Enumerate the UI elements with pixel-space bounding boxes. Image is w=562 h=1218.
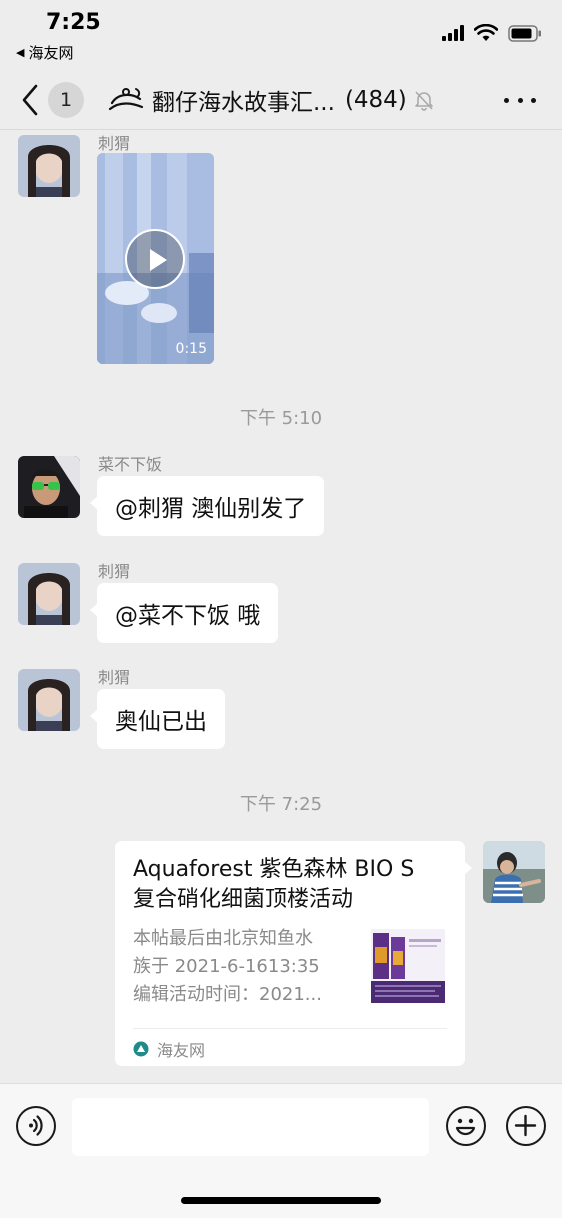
link-title: Aquaforest 紫色森林 BIO S 复合硝化细菌顶楼活动 (133, 855, 447, 915)
play-icon[interactable] (125, 229, 185, 289)
sender-name: 刺猬 (98, 562, 131, 581)
more-button[interactable] (504, 88, 536, 112)
avatar-cihui[interactable] (18, 563, 80, 625)
link-divider (133, 1028, 447, 1029)
more-icon (504, 97, 509, 103)
member-count: (484) (344, 87, 407, 113)
group-logo-icon (108, 88, 144, 111)
source-logo-icon (133, 1041, 149, 1057)
link-title-line: Aquaforest 紫色森林 BIO S (133, 857, 415, 882)
text-message[interactable]: 奥仙已出 (90, 689, 225, 749)
back-app-label: 海友网 (28, 44, 74, 62)
home-indicator[interactable] (181, 1197, 381, 1204)
wifi-icon (474, 24, 498, 41)
link-description: 本帖最后由北京知鱼水 族于 2021-6-1613:35 编辑活动时间：2021… (133, 925, 355, 1009)
link-title-line: 复合硝化细菌顶楼活动 (133, 887, 354, 912)
video-duration: 0:15 (175, 341, 207, 357)
link-source-name: 海友网 (157, 1041, 206, 1060)
chat-header: 1 翻仔海水故事汇... (484) (0, 70, 562, 130)
chat-title-group[interactable]: 翻仔海水故事汇... (484) (106, 82, 435, 118)
battery-icon (508, 24, 541, 42)
emoji-button[interactable] (446, 1106, 486, 1146)
link-source: 海友网 (133, 1037, 205, 1061)
timestamp: 下午 7:25 (239, 794, 323, 815)
message-input[interactable] (72, 1098, 429, 1156)
text-message[interactable]: @刺猬 澳仙别发了 (89, 476, 325, 536)
sender-name: 刺猬 (98, 668, 131, 687)
back-triangle-icon: ◀ (16, 46, 25, 59)
voice-button[interactable] (16, 1106, 56, 1146)
status-time: 7:25 (46, 10, 101, 35)
mute-bell-icon (414, 91, 433, 111)
unread-count-badge[interactable]: 1 (48, 82, 84, 118)
cellular-signal-icon (442, 25, 464, 41)
link-card-message[interactable]: Aquaforest 紫色森林 BIO S 复合硝化细菌顶楼活动 本帖最后由北京… (115, 841, 472, 1066)
back-to-app-link[interactable]: ◀ 海友网 (16, 42, 73, 63)
back-button[interactable] (18, 80, 48, 120)
avatar-cihui[interactable] (18, 669, 80, 731)
link-desc-line: 编辑活动时间：2021... (133, 984, 322, 1005)
add-button[interactable] (506, 1106, 546, 1146)
link-desc-line: 族于 2021-6-1613:35 (133, 956, 320, 977)
link-desc-line: 本帖最后由北京知鱼水 (133, 928, 313, 949)
video-message[interactable]: 0:15 (97, 153, 214, 364)
link-thumbnail (371, 929, 445, 1003)
timestamp: 下午 5:10 (239, 408, 323, 429)
emoji-icon (455, 1118, 476, 1136)
sender-name: 刺猬 (98, 134, 131, 153)
chat-title: 翻仔海水故事汇... (152, 90, 335, 116)
avatar-cihui[interactable] (18, 135, 80, 197)
back-chevron-icon (22, 84, 38, 116)
status-bar: 7:25 ◀ 海友网 (0, 0, 562, 70)
add-icon (514, 1114, 537, 1137)
sender-name: 菜不下饭 (98, 455, 163, 474)
voice-icon (29, 1115, 43, 1136)
avatar-self[interactable] (483, 841, 545, 903)
text-message[interactable]: @菜不下饭 哦 (89, 583, 279, 643)
status-icons (442, 24, 542, 42)
avatar-caibuxiafan[interactable] (18, 456, 80, 518)
